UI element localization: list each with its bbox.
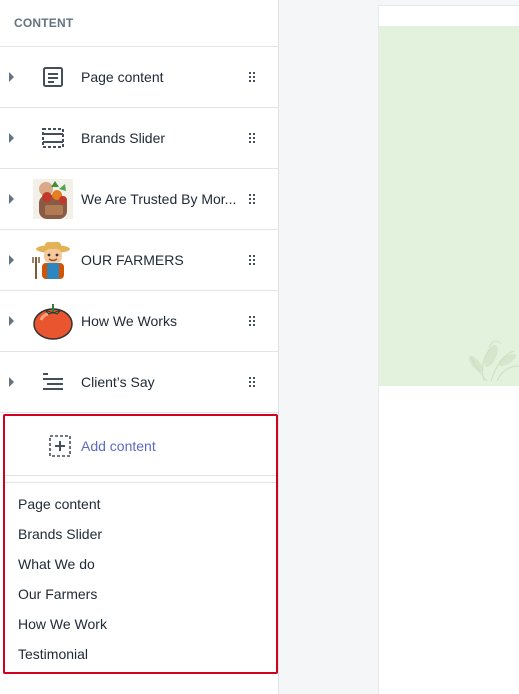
drag-handle-icon[interactable] [249,72,255,82]
content-item-our-farmers[interactable]: OUR FARMERS [0,230,278,291]
content-item-label: Client’s Say [81,374,155,390]
content-item-page-content[interactable]: Page content [0,47,278,108]
drag-handle-icon[interactable] [249,316,255,326]
dropdown-option-our-farmers[interactable]: Our Farmers [5,579,276,609]
content-item-how-we-works[interactable]: How We Works [0,291,278,352]
content-item-label: Page content [81,69,164,85]
content-section-header: CONTENT [0,0,278,47]
add-content-label: Add content [81,437,156,454]
expand-caret-icon[interactable] [9,72,14,82]
content-item-label: We Are Trusted By Mor... [81,191,237,207]
text-lines-icon [32,361,74,403]
dropdown-option-what-we-do[interactable]: What We do [5,549,276,579]
page-content-icon [32,56,74,98]
slider-frame-icon [32,117,74,159]
add-content-button[interactable]: Add content [5,416,276,476]
leaf-illustration [468,340,519,382]
dropdown-option-how-we-work[interactable]: How We Work [5,609,276,639]
expand-caret-icon[interactable] [9,194,14,204]
add-section-icon [39,425,81,467]
tomato-image [32,300,74,342]
drag-handle-icon[interactable] [249,133,255,143]
content-item-trusted-by[interactable]: We Are Trusted By Mor... [0,169,278,230]
preview-header-bar [379,6,519,26]
expand-caret-icon[interactable] [9,377,14,387]
content-item-brands-slider[interactable]: Brands Slider [0,108,278,169]
preview-hero-section [379,26,519,386]
produce-basket-image [32,178,74,220]
content-item-label: OUR FARMERS [81,252,184,268]
farmer-image [32,239,74,281]
dropdown-option-page-content[interactable]: Page content [5,489,276,519]
page-preview [379,6,519,694]
drag-handle-icon[interactable] [249,194,255,204]
drag-handle-icon[interactable] [249,255,255,265]
dropdown-option-testimonial[interactable]: Testimonial [5,639,276,669]
expand-caret-icon[interactable] [9,316,14,326]
add-content-panel: Add content Page content Brands Slider W… [3,414,278,674]
content-item-label: Brands Slider [81,130,166,146]
expand-caret-icon[interactable] [9,255,14,265]
dropdown-option-brands-slider[interactable]: Brands Slider [5,519,276,549]
content-item-clients-say[interactable]: Client’s Say [0,352,278,413]
expand-caret-icon[interactable] [9,133,14,143]
content-item-label: How We Works [81,313,177,329]
add-content-dropdown: Page content Brands Slider What We do Ou… [5,482,276,669]
drag-handle-icon[interactable] [249,377,255,387]
